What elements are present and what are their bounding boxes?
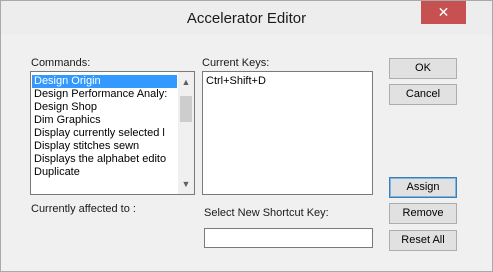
window-title: Accelerator Editor (186, 10, 307, 27)
close-button[interactable]: ✕ (421, 1, 466, 24)
commands-list[interactable]: Design Origin Design Performance Analy: … (30, 71, 195, 195)
assign-button[interactable]: Assign (389, 177, 457, 198)
select-shortcut-label: Select New Shortcut Key: (204, 207, 329, 219)
currently-affected-label: Currently affected to : (31, 203, 136, 215)
list-item[interactable]: Displays the alphabet edito (32, 153, 177, 166)
current-keys-list-items: Ctrl+Shift+D (204, 75, 369, 88)
list-item-current-key[interactable]: Ctrl+Shift+D (204, 75, 369, 88)
cancel-button[interactable]: Cancel (389, 84, 457, 105)
list-item[interactable]: Display stitches sewn (32, 140, 177, 153)
scroll-thumb[interactable] (180, 96, 192, 122)
commands-list-items: Design Origin Design Performance Analy: … (32, 75, 177, 179)
commands-scrollbar[interactable]: ▲ ▼ (178, 72, 194, 194)
list-item[interactable]: Design Performance Analy: (32, 88, 177, 101)
reset-all-button[interactable]: Reset All (389, 230, 457, 251)
chevron-up-icon[interactable]: ▲ (178, 74, 194, 90)
shortcut-key-input[interactable] (204, 228, 373, 248)
ok-button[interactable]: OK (389, 58, 457, 79)
title-bar: Accelerator Editor ✕ (1, 1, 492, 35)
close-icon: ✕ (437, 4, 450, 20)
list-item-design-origin[interactable]: Design Origin (32, 75, 177, 88)
list-item[interactable]: Dim Graphics (32, 114, 177, 127)
remove-button[interactable]: Remove (389, 203, 457, 224)
current-keys-label: Current Keys: (202, 57, 270, 69)
current-keys-list[interactable]: Ctrl+Shift+D (202, 71, 373, 195)
chevron-down-icon[interactable]: ▼ (178, 176, 194, 192)
list-item[interactable]: Duplicate (32, 166, 177, 179)
accelerator-editor-dialog: Accelerator Editor ✕ Commands: Design Or… (0, 0, 493, 272)
commands-label: Commands: (31, 57, 91, 69)
list-item[interactable]: Design Shop (32, 101, 177, 114)
list-item[interactable]: Display currently selected l (32, 127, 177, 140)
